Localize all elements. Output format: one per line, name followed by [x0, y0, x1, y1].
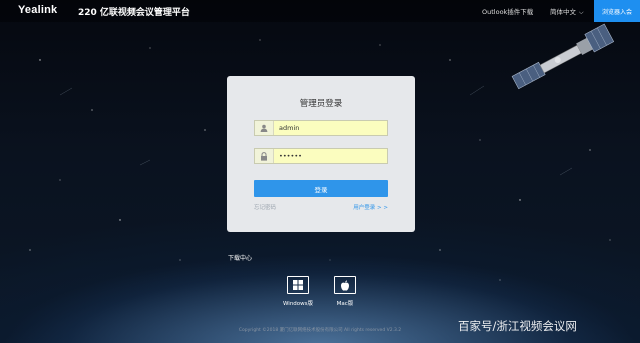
user-login-link[interactable]: 用户登录 > > — [353, 203, 388, 211]
brand-logo[interactable]: Yealink — [18, 4, 57, 16]
username-value: admin — [279, 124, 300, 132]
windows-icon — [287, 276, 309, 294]
password-value: •••••• — [279, 152, 303, 160]
login-panel: 管理员登录 admin •••••• 登录 忘记密码 用户登录 > > — [227, 76, 415, 232]
user-icon — [255, 121, 274, 135]
language-label: 简体中文 — [550, 8, 576, 16]
satellite-illustration — [511, 23, 615, 90]
mac-download[interactable]: Mac版 — [325, 276, 365, 307]
chevron-down-icon: ⌵ — [579, 9, 584, 16]
top-navigation-bar: Yealink 220 亿联视频会议管理平台 Outlook插件下载 简体中文 ⌵… — [0, 0, 640, 22]
browser-join-button[interactable]: 浏览器入会 — [594, 0, 640, 22]
language-selector[interactable]: 简体中文 ⌵ — [550, 6, 584, 17]
username-field[interactable]: admin — [254, 120, 388, 136]
mac-download-label: Mac版 — [336, 301, 354, 307]
lock-icon — [255, 149, 274, 163]
password-field[interactable]: •••••• — [254, 148, 388, 164]
platform-title: 220 亿联视频会议管理平台 — [78, 8, 190, 18]
apple-icon — [334, 276, 356, 294]
outlook-plugin-download-link[interactable]: Outlook插件下载 — [482, 6, 533, 16]
windows-download[interactable]: Windows版 — [278, 276, 318, 307]
windows-download-label: Windows版 — [282, 301, 314, 307]
login-heading: 管理员登录 — [299, 99, 343, 109]
watermark-text: 百家号/浙江视频会议网 — [458, 319, 577, 333]
login-button[interactable]: 登录 — [254, 180, 388, 197]
forgot-password-link[interactable]: 忘记密码 — [254, 203, 276, 211]
download-center-title: 下载中心 — [228, 255, 253, 262]
